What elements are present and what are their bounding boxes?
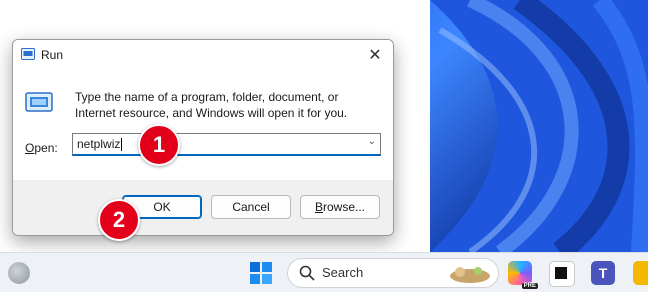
file-explorer-icon[interactable] [633,261,648,285]
step-2-badge: 2 [98,199,140,241]
close-icon: ✕ [368,47,382,64]
task-view-icon[interactable] [549,261,575,287]
run-dialog: Run ✕ Type the name of a program, folder… [12,39,394,236]
dialog-body: Type the name of a program, folder, docu… [13,70,393,180]
dialog-title: Run [41,48,64,62]
search-placeholder: Search [322,265,364,280]
taskbar-search-box[interactable]: Search [287,258,499,288]
windows-start-icon[interactable] [250,262,272,284]
close-button[interactable]: ✕ [357,40,393,70]
step-1-badge: 1 [138,124,180,166]
run-program-icon [25,92,53,112]
open-label: Open: [25,141,58,155]
dialog-footer: OK Cancel Browse... [13,180,393,235]
chevron-down-icon[interactable]: ⌄ [368,136,376,147]
teams-icon[interactable]: T [591,261,615,285]
dialog-description: Type the name of a program, folder, docu… [75,90,348,120]
open-combobox[interactable]: netplwiz ⌄ [72,133,381,156]
widgets-icon[interactable] [8,262,30,284]
title-bar: Run ✕ [13,40,393,70]
search-icon [299,265,315,281]
cancel-button[interactable]: Cancel [211,195,291,219]
taskbar: Search PRE T [0,252,648,292]
open-input[interactable]: netplwiz [77,137,123,152]
copilot-icon[interactable]: PRE [508,261,538,289]
search-highlight-art-icon [450,267,490,283]
run-app-icon [21,48,35,60]
browse-button[interactable]: Browse... [300,195,380,219]
